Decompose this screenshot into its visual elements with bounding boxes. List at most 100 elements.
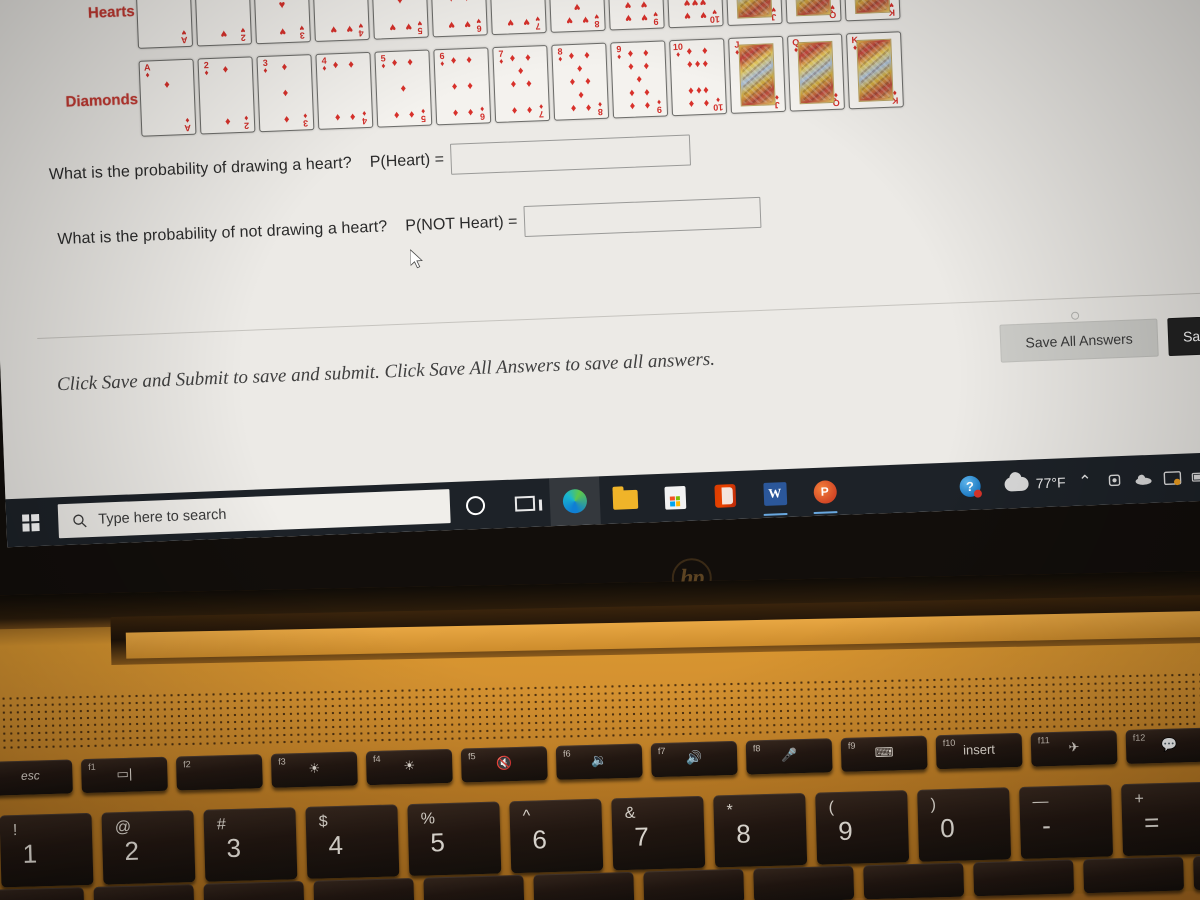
file-explorer-button[interactable] [599, 474, 651, 524]
card-j-diamonds: J ♦ J ♦ [728, 35, 787, 114]
pip: ♦ [332, 59, 339, 72]
key-3[interactable]: #3 [203, 807, 298, 882]
key-letter-row[interactable] [973, 859, 1075, 897]
key-digit: 3 [226, 832, 242, 864]
word-button[interactable]: W [749, 469, 801, 519]
key-7[interactable]: & 7 [611, 795, 706, 871]
key-1[interactable]: ! 1 [0, 812, 94, 888]
taskbar-search-box[interactable]: Type here to search [57, 489, 451, 539]
card-6-hearts: 6♥6♥♥♥♥♥♥♥ [429, 0, 488, 38]
cloud-sync-icon[interactable] [1133, 469, 1153, 489]
pip: ♦ [569, 75, 576, 89]
key-2[interactable]: @2 [101, 810, 196, 885]
office-button[interactable] [699, 470, 751, 520]
footer-instruction: Click Save and Submit to save and submit… [56, 348, 716, 396]
key-4[interactable]: $4 [305, 804, 400, 879]
pip: ♦ [584, 75, 591, 88]
task-view-icon [514, 495, 536, 512]
cortana-button[interactable] [449, 480, 501, 530]
card-3-diamonds: 3 ♦ 3 ♦ ♦ ♦ ♦ [256, 54, 315, 133]
key-letter-row[interactable] [313, 877, 415, 900]
key-f1-display[interactable]: f1 ▭| [80, 756, 168, 794]
key-f9-keyboard-backlight[interactable]: f9 ⌨ [840, 735, 928, 772]
edge-button[interactable] [549, 476, 601, 527]
help-button[interactable]: ? [944, 461, 996, 511]
key-letter-row[interactable] [643, 868, 745, 900]
key-letter-row[interactable] [423, 874, 525, 900]
pip: ♥ [448, 0, 455, 5]
search-icon [73, 514, 87, 527]
key-digit: 7 [633, 821, 650, 852]
card-pips: ♦ ♦ [210, 63, 243, 128]
key-f5-mute[interactable]: f5 🔇 [460, 746, 548, 783]
card-pips: ♦ ♦ ♦ ♦ ♦ ♦ [446, 54, 479, 119]
pip: ♦ [465, 54, 473, 67]
key-digit: 6 [531, 824, 548, 855]
key-letter-row[interactable] [93, 884, 195, 900]
card-pips: ♥♥♥♥♥♥ [442, 0, 475, 31]
card-pips: ♥♥♥♥♥ [383, 0, 416, 33]
photo-scene: HeartsA♥A♥♥2♥2♥♥♥3♥3♥♥♥♥4♥4♥♥♥♥♥5♥5♥♥♥♥♥… [0, 0, 1200, 900]
key-f4-brightness-up[interactable]: f4 ☀ [365, 748, 453, 786]
key-f8-mic-mute[interactable]: f8 🎤 [745, 738, 833, 775]
key-letter-row[interactable] [0, 887, 85, 900]
key-shift-symbol: * [726, 802, 734, 820]
microsoft-store-button[interactable] [649, 472, 701, 522]
card-pips: ♥♥♥♥♥♥♥♥♥ [619, 0, 652, 24]
fn-glyph: 🔇 [495, 755, 513, 771]
key-escape[interactable]: esc [0, 759, 73, 796]
key-letter-row[interactable] [203, 881, 305, 900]
key-shift-symbol: ) [930, 796, 937, 814]
card-8-diamonds: 8 ♦ 8 ♦ ♦ ♦ ♦ ♦ ♦ ♦ ♦ ♦ [551, 42, 610, 121]
key-f10-insert[interactable]: f10 insert [935, 732, 1023, 770]
pip: ♦ [688, 96, 695, 110]
key-letter-row[interactable] [1193, 853, 1200, 891]
card-q-diamonds: Q ♦ Q ♦ [787, 33, 845, 112]
fn-glyph: insert [962, 741, 996, 758]
start-button[interactable] [5, 497, 55, 547]
laptop-display: HeartsA♥A♥♥2♥2♥♥♥3♥3♥♥♥♥4♥4♥♥♥♥♥5♥5♥♥♥♥♥… [0, 0, 1200, 548]
pip: ♦ [687, 84, 694, 97]
key-letter-row[interactable] [533, 871, 635, 900]
pip: ♦ [334, 110, 341, 123]
key-digit: 9 [837, 815, 854, 847]
question-1-expression: P(Heart) = [369, 150, 445, 171]
show-hidden-icons-chevron-icon[interactable]: ⌃ [1075, 472, 1095, 492]
card-pips: ♦ ♦ ♦ ♦ ♦ ♦ ♦ ♦ ♦ ♦ [681, 45, 714, 110]
p-not-heart-input[interactable] [523, 196, 762, 237]
key-letter-row[interactable] [863, 862, 965, 900]
battery-icon[interactable] [1191, 467, 1200, 487]
pin-icon [1070, 311, 1080, 320]
pip: ♥ [220, 26, 228, 40]
key-6[interactable]: ^ 6 [509, 798, 604, 874]
card-pips: ♥♥♥♥♥♥♥ [501, 0, 534, 29]
key-f7-volume-up[interactable]: f7 🔊 [650, 740, 738, 778]
card-pips: ♦ ♦ ♦ ♦ ♦ ♦ ♦ ♦ [563, 49, 596, 114]
save-all-answers-button[interactable]: Save All Answers [999, 318, 1159, 363]
key-f3-brightness-down[interactable]: f3 ☀ [270, 751, 358, 788]
onedrive-icon[interactable] [1104, 470, 1124, 490]
display-settings-icon[interactable] [1162, 468, 1182, 488]
key-8[interactable]: * 8 [713, 792, 808, 868]
pip: ♦ [583, 49, 590, 62]
file-explorer-icon [612, 489, 638, 510]
key-letter-row[interactable] [753, 865, 855, 900]
save-and-submit-button[interactable]: Save [1167, 313, 1200, 357]
court-card-art [797, 40, 835, 105]
key-shift-symbol: ! [12, 821, 18, 840]
key-f6-volume-down[interactable]: f6 🔉 [555, 743, 643, 780]
key--[interactable]: — - [1019, 784, 1114, 859]
pip: ♥ [463, 0, 470, 4]
key-9[interactable]: (9 [815, 790, 910, 865]
key-f11-airplane[interactable]: f11 ✈ [1030, 730, 1118, 767]
weather-widget[interactable]: 77°F [1004, 474, 1066, 492]
p-heart-input[interactable] [450, 134, 692, 175]
key-f12-share[interactable]: f12 💬 [1125, 727, 1200, 764]
task-view-button[interactable] [499, 478, 551, 528]
key-f2[interactable]: f2 [175, 754, 263, 791]
key-=[interactable]: + = [1121, 781, 1200, 857]
key-0[interactable]: ) 0 [917, 787, 1012, 862]
powerpoint-button[interactable]: P [799, 467, 851, 517]
key-5[interactable]: % 5 [407, 801, 502, 877]
key-letter-row[interactable] [1083, 856, 1185, 894]
